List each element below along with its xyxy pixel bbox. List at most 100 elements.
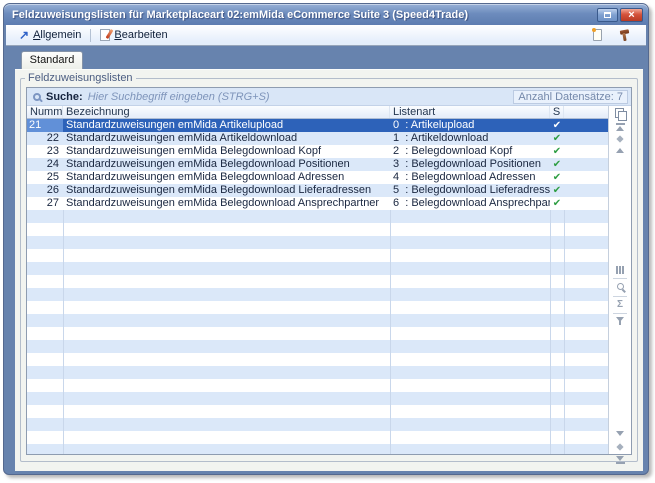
sum-icon: Σ [617,300,623,309]
nav-separator [613,278,627,279]
tab-page: Feldzuweisungslisten Suche: Anzahl Daten… [15,69,643,471]
cell-listenart: 3 : Belegdownload Positionen [390,158,550,171]
grid-line [63,210,64,454]
feldzuweisungslisten-groupbox: Feldzuweisungslisten Suche: Anzahl Daten… [20,78,638,462]
cell-nummer: 24 [27,158,63,171]
new-note-button[interactable] [588,28,613,42]
column-header-nummer[interactable]: Nummer [27,106,63,118]
allgemein-button[interactable]: ↗ Allgemein [14,28,86,42]
cell-listenart: 2 : Belegdownload Kopf [390,145,550,158]
check-icon: ✔ [550,197,564,210]
cell-bezeichnung: Standardzuweisungen emMida Belegdownload… [63,184,390,197]
cell-nummer: 22 [27,132,63,145]
cell-nummer: 27 [27,197,63,210]
cell-filler [564,171,609,184]
toolbar-separator [90,29,91,42]
table-row[interactable]: 22 Standardzuweisungen emMida Artikeldow… [27,132,609,145]
search-input[interactable] [88,90,514,104]
cell-nummer: 25 [27,171,63,184]
column-header-bezeichnung[interactable]: Bezeichnung [63,106,390,118]
copy-icon [615,108,626,120]
cell-bezeichnung: Standardzuweisungen emMida Belegdownload… [63,145,390,158]
scroll-to-bottom-button[interactable] [609,456,631,464]
edit-document-icon [100,29,110,41]
grid-line [390,210,391,454]
column-header-s[interactable]: S [550,106,564,118]
app-window: Feldzuweisungslisten für Marketplaceart … [3,3,649,475]
copy-button[interactable] [609,108,631,120]
bearbeiten-button[interactable]: Bearbeiten [95,28,172,42]
check-icon: ✔ [550,119,564,132]
grid-empty-area [27,210,609,454]
allgemein-label: Allgemein [33,29,81,41]
grid-rows: 21 Standardzuweisungen emMida Artikelupl… [27,119,609,210]
toolbar: ↗ Allgemein Bearbeiten [6,25,646,46]
cell-filler [564,132,609,145]
scroll-to-top-button[interactable] [609,123,631,131]
grid-line [564,210,565,454]
check-icon: ✔ [550,171,564,184]
cell-listenart: 5 : Belegdownload Lieferadressen [390,184,550,197]
arrow-up-right-icon: ↗ [19,30,29,41]
page-up-button[interactable] [609,136,631,142]
cell-nummer: 21 [27,119,63,132]
cell-filler [564,184,609,197]
record-count-badge: Anzahl Datensätze: 7 [513,90,628,104]
cell-bezeichnung: Standardzuweisungen emMida Artikeldownlo… [63,132,390,145]
table-row[interactable]: 23 Standardzuweisungen emMida Belegdownl… [27,145,609,158]
cell-filler [564,197,609,210]
sum-button[interactable]: Σ [609,300,631,309]
check-icon: ✔ [550,158,564,171]
window-title: Feldzuweisungslisten für Marketplaceart … [12,9,595,21]
close-icon: × [628,10,634,20]
close-button[interactable]: × [620,8,643,22]
table-row[interactable]: 21 Standardzuweisungen emMida Artikelupl… [27,119,609,132]
table-row[interactable]: 26 Standardzuweisungen emMida Belegdownl… [27,184,609,197]
page-down-button[interactable] [609,444,631,450]
row-down-button[interactable] [609,431,631,436]
restore-icon [604,12,611,18]
column-chooser-button[interactable] [609,266,631,274]
check-icon: ✔ [550,145,564,158]
cell-filler [564,158,609,171]
row-up-button[interactable] [609,148,631,153]
cell-filler [564,119,609,132]
grid-nav-strip: Σ [608,106,631,454]
zoom-button[interactable] [609,283,631,290]
bearbeiten-label: Bearbeiten [114,29,167,41]
search-icon [33,93,41,101]
filter-icon [616,317,625,326]
filter-button[interactable] [609,317,631,326]
cell-bezeichnung: Standardzuweisungen emMida Artikelupload [63,119,390,132]
search-bar: Suche: Anzahl Datensätze: 7 [27,88,631,106]
table-row[interactable]: 27 Standardzuweisungen emMida Belegdownl… [27,197,609,210]
cell-bezeichnung: Standardzuweisungen emMida Belegdownload… [63,158,390,171]
table-row[interactable]: 25 Standardzuweisungen emMida Belegdownl… [27,171,609,184]
column-header-listenart[interactable]: Listenart [390,106,550,118]
check-icon: ✔ [550,184,564,197]
column-header-filler [564,106,609,118]
nav-separator [613,296,627,297]
restore-button[interactable] [597,8,618,22]
table-row[interactable]: 24 Standardzuweisungen emMida Belegdownl… [27,158,609,171]
columns-icon [616,266,624,274]
cell-nummer: 23 [27,145,63,158]
cell-listenart: 1 : Artikeldownload [390,132,550,145]
groupbox-label: Feldzuweisungslisten [25,72,136,84]
cell-listenart: 0 : Artikelupload [390,119,550,132]
grid-panel: Suche: Anzahl Datensätze: 7 Nummer Bezei… [26,87,632,455]
cell-listenart: 6 : Belegdownload Ansprechpartner [390,197,550,210]
tools-button[interactable] [613,28,638,43]
grid-header: Nummer Bezeichnung Listenart S [27,106,609,119]
cell-nummer: 26 [27,184,63,197]
cell-filler [564,145,609,158]
cell-bezeichnung: Standardzuweisungen emMida Belegdownload… [63,171,390,184]
magnifier-icon [617,283,624,290]
check-icon: ✔ [550,132,564,145]
cell-listenart: 4 : Belegdownload Adressen [390,171,550,184]
tab-standard[interactable]: Standard [21,51,83,69]
data-grid: Nummer Bezeichnung Listenart S 21 Standa… [27,106,609,454]
new-note-icon [593,29,602,41]
cell-bezeichnung: Standardzuweisungen emMida Belegdownload… [63,197,390,210]
hammer-icon [618,29,631,42]
